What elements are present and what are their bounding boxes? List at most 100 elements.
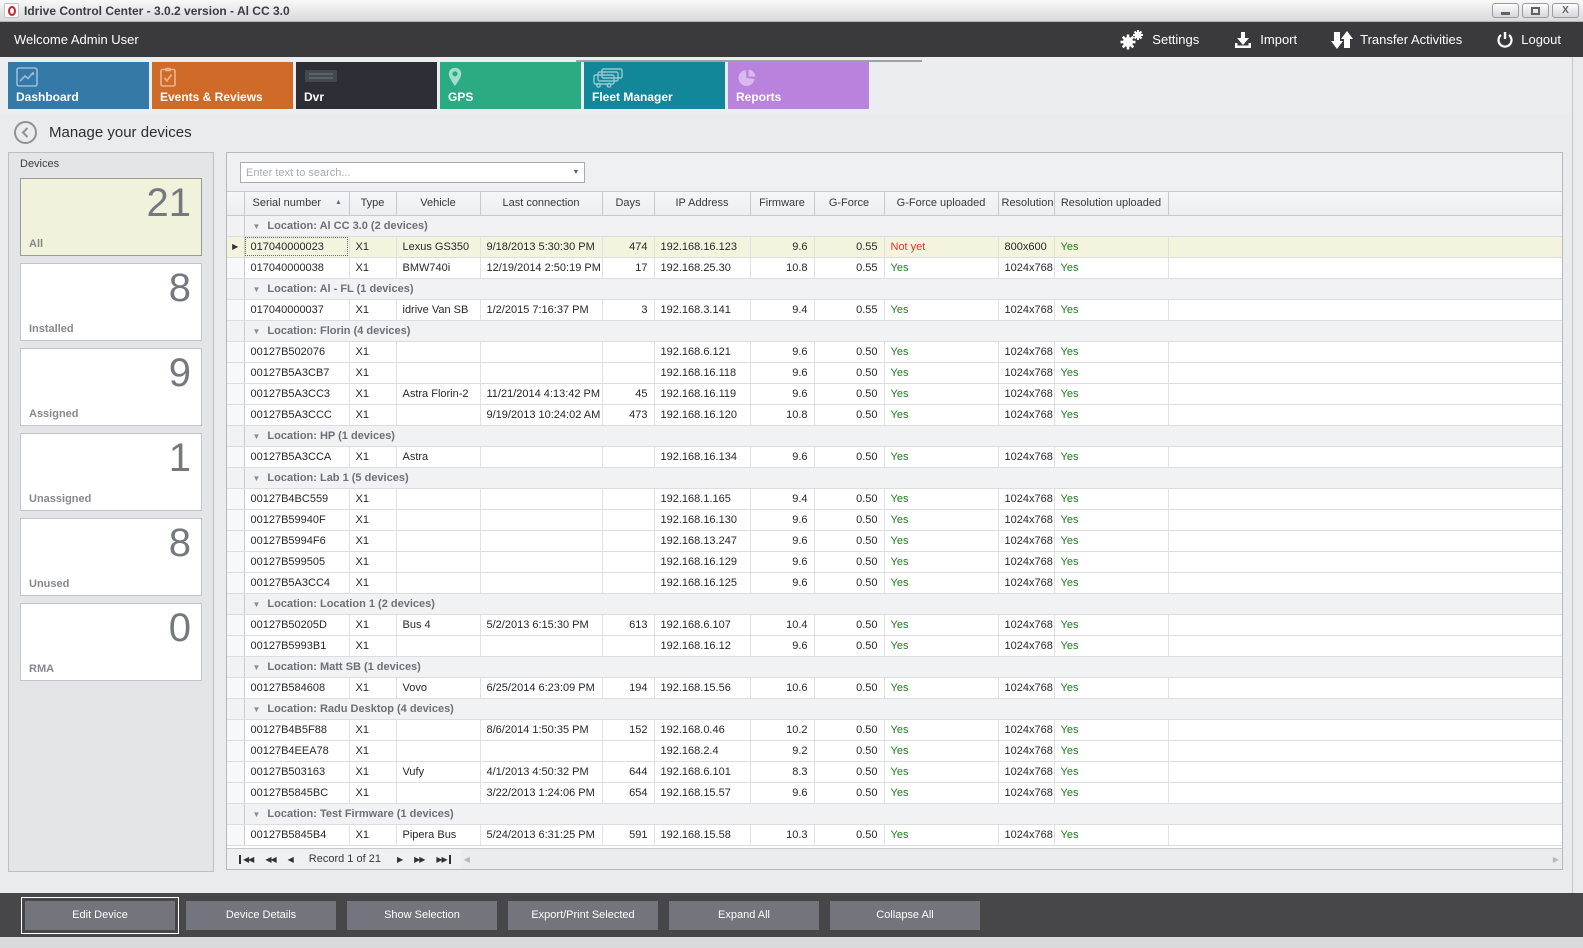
- cell-type: X1: [349, 488, 396, 509]
- filter-card-installed[interactable]: 8Installed: [20, 263, 202, 341]
- last-record-button[interactable]: ▶▶: [430, 855, 456, 864]
- group-row[interactable]: ▼Location: HP (1 devices): [227, 425, 1562, 446]
- column-header-firmware[interactable]: Firmware: [750, 192, 814, 215]
- collapse-group-icon[interactable]: ▼: [253, 222, 261, 231]
- filter-card-all[interactable]: 21All: [20, 178, 202, 256]
- column-header-resolution[interactable]: Resolution: [998, 192, 1054, 215]
- device-row[interactable]: 00127B5845B4X1Pipera Bus5/24/2013 6:31:2…: [227, 824, 1562, 845]
- column-header-g-force-uploaded[interactable]: G-Force uploaded: [884, 192, 998, 215]
- column-header-days[interactable]: Days: [602, 192, 654, 215]
- collapse-group-icon[interactable]: ▼: [253, 600, 261, 609]
- collapse-group-icon[interactable]: ▼: [253, 810, 261, 819]
- device-row[interactable]: 00127B50205DX1Bus 45/2/2013 6:15:30 PM61…: [227, 614, 1562, 635]
- column-header-vehicle[interactable]: Vehicle: [396, 192, 480, 215]
- group-row[interactable]: ▼ Location: Radu Desktop (4 devices): [227, 698, 1562, 719]
- cell-days: 3: [602, 299, 654, 320]
- group-row[interactable]: ▼Location: Matt SB (1 devices): [227, 656, 1562, 677]
- device-row[interactable]: ▶017040000023X1Lexus GS3509/18/2013 5:30…: [227, 236, 1562, 257]
- next-record-button[interactable]: ▶: [391, 855, 408, 864]
- expand-all-button[interactable]: Expand All: [669, 901, 819, 930]
- device-row[interactable]: 00127B5A3CCCX19/19/2013 10:24:02 AM47319…: [227, 404, 1562, 425]
- search-dropdown-button[interactable]: ▼: [568, 169, 584, 176]
- column-header-resolution-uploaded[interactable]: Resolution uploaded: [1054, 192, 1168, 215]
- cell-serial: 00127B59940F: [244, 509, 349, 530]
- tab-fleet-manager[interactable]: Fleet Manager: [584, 62, 725, 109]
- cell-firmware: 10.8: [750, 404, 814, 425]
- device-row[interactable]: 00127B5A3CCAX1Astra192.168.16.1349.60.50…: [227, 446, 1562, 467]
- group-row[interactable]: ▼Location: Al CC 3.0 (2 devices): [227, 215, 1562, 236]
- column-header-ip-address[interactable]: IP Address: [654, 192, 750, 215]
- column-header-type[interactable]: Type: [349, 192, 396, 215]
- filler-cell: [1168, 236, 1562, 257]
- device-row[interactable]: 00127B4EEA78X1192.168.2.49.20.50Yes1024x…: [227, 740, 1562, 761]
- cell-vehicle: [396, 341, 480, 362]
- row-indicator-cell: [227, 257, 244, 278]
- tab-dashboard[interactable]: Dashboard: [8, 62, 149, 109]
- device-row[interactable]: 00127B584608X1Vovo6/25/2014 6:23:09 PM19…: [227, 677, 1562, 698]
- next-page-button[interactable]: ▶▶: [408, 855, 430, 864]
- device-row[interactable]: 00127B5A3CB7X1192.168.16.1189.60.50Yes10…: [227, 362, 1562, 383]
- search-input[interactable]: [241, 167, 568, 179]
- device-row[interactable]: 00127B503163X1Vufy4/1/2013 4:50:32 PM644…: [227, 761, 1562, 782]
- column-header-g-force[interactable]: G-Force: [814, 192, 884, 215]
- show-selection-button[interactable]: Show Selection: [347, 901, 497, 930]
- device-row[interactable]: 017040000037X1idrive Van SB1/2/2015 7:16…: [227, 299, 1562, 320]
- first-record-button[interactable]: ◀◀: [233, 855, 259, 864]
- device-details-button[interactable]: Device Details: [186, 901, 336, 930]
- card-label: Assigned: [29, 408, 79, 420]
- logout-button[interactable]: Logout: [1496, 31, 1561, 49]
- device-row[interactable]: 00127B59940FX1192.168.16.1309.60.50Yes10…: [227, 509, 1562, 530]
- cell-ip: 192.168.15.58: [654, 824, 750, 845]
- filter-card-unassigned[interactable]: 1Unassigned: [20, 433, 202, 511]
- edit-device-button[interactable]: Edit Device: [25, 901, 175, 930]
- collapse-group-icon[interactable]: ▼: [253, 663, 261, 672]
- device-row[interactable]: 00127B4B5F88X18/6/2014 1:50:35 PM152192.…: [227, 719, 1562, 740]
- minimize-button[interactable]: [1492, 3, 1519, 18]
- transfer-activities-button[interactable]: Transfer Activities: [1331, 29, 1462, 51]
- device-row[interactable]: 00127B5A3CC4X1192.168.16.1259.60.50Yes10…: [227, 572, 1562, 593]
- group-label: Location: Radu Desktop (4 devices): [267, 703, 453, 715]
- tab-reports[interactable]: Reports: [728, 62, 869, 109]
- cell-vehicle: BMW740i: [396, 257, 480, 278]
- device-row[interactable]: 00127B4BC559X1192.168.1.1659.40.50Yes102…: [227, 488, 1562, 509]
- collapse-group-icon[interactable]: ▼: [253, 474, 261, 483]
- group-row[interactable]: ▼Location: Test Firmware (1 devices): [227, 803, 1562, 824]
- device-row[interactable]: 00127B599505X1192.168.16.1299.60.50Yes10…: [227, 551, 1562, 572]
- prev-page-button[interactable]: ◀◀: [259, 855, 281, 864]
- device-row[interactable]: 00127B502076X1192.168.6.1219.60.50Yes102…: [227, 341, 1562, 362]
- group-label: Location: Florin (4 devices): [267, 325, 410, 337]
- vertical-scrollbar[interactable]: [1572, 57, 1583, 893]
- tab-dvr[interactable]: Dvr: [296, 62, 437, 109]
- close-button[interactable]: X: [1552, 3, 1579, 18]
- back-button[interactable]: [14, 121, 37, 144]
- collapse-group-icon[interactable]: ▼: [253, 327, 261, 336]
- horizontal-scrollbar[interactable]: ◀ ▶: [461, 849, 1562, 869]
- collapse-group-icon[interactable]: ▼: [253, 432, 261, 441]
- collapse-group-icon[interactable]: ▼: [253, 705, 261, 714]
- device-row[interactable]: 00127B5A3CC3X1Astra Florin-211/21/2014 4…: [227, 383, 1562, 404]
- group-row[interactable]: ▼Location: Al - FL (1 devices): [227, 278, 1562, 299]
- export-print-selected-button[interactable]: Export/Print Selected: [508, 901, 658, 930]
- collapse-all-button[interactable]: Collapse All: [830, 901, 980, 930]
- filter-card-rma[interactable]: 0RMA: [20, 603, 202, 681]
- column-header-last-connection[interactable]: Last connection: [480, 192, 602, 215]
- device-row[interactable]: 017040000038X1BMW740i12/19/2014 2:50:19 …: [227, 257, 1562, 278]
- tab-events-reviews[interactable]: Events & Reviews: [152, 62, 293, 109]
- group-row[interactable]: ▼Location: Lab 1 (5 devices): [227, 467, 1562, 488]
- maximize-button[interactable]: [1522, 3, 1549, 18]
- tab-gps[interactable]: GPS: [440, 62, 581, 109]
- prev-record-button[interactable]: ◀: [282, 855, 299, 864]
- group-row[interactable]: ▼ Location: Florin (4 devices): [227, 320, 1562, 341]
- card-count: 0: [169, 606, 191, 651]
- group-row[interactable]: ▼Location: Location 1 (2 devices): [227, 593, 1562, 614]
- column-header-serial-number[interactable]: Serial number▲: [244, 192, 349, 215]
- filter-card-assigned[interactable]: 9Assigned: [20, 348, 202, 426]
- settings-button[interactable]: Settings: [1119, 29, 1199, 51]
- filter-card-unused[interactable]: 8Unused: [20, 518, 202, 596]
- collapse-group-icon[interactable]: ▼: [253, 285, 261, 294]
- tab-label: Dvr: [304, 90, 324, 104]
- device-row[interactable]: 00127B5993B1X1192.168.16.129.60.50Yes102…: [227, 635, 1562, 656]
- device-row[interactable]: 00127B5994F6X1192.168.13.2479.60.50Yes10…: [227, 530, 1562, 551]
- device-row[interactable]: 00127B5845BCX13/22/2013 1:24:06 PM654192…: [227, 782, 1562, 803]
- import-button[interactable]: Import: [1233, 30, 1297, 50]
